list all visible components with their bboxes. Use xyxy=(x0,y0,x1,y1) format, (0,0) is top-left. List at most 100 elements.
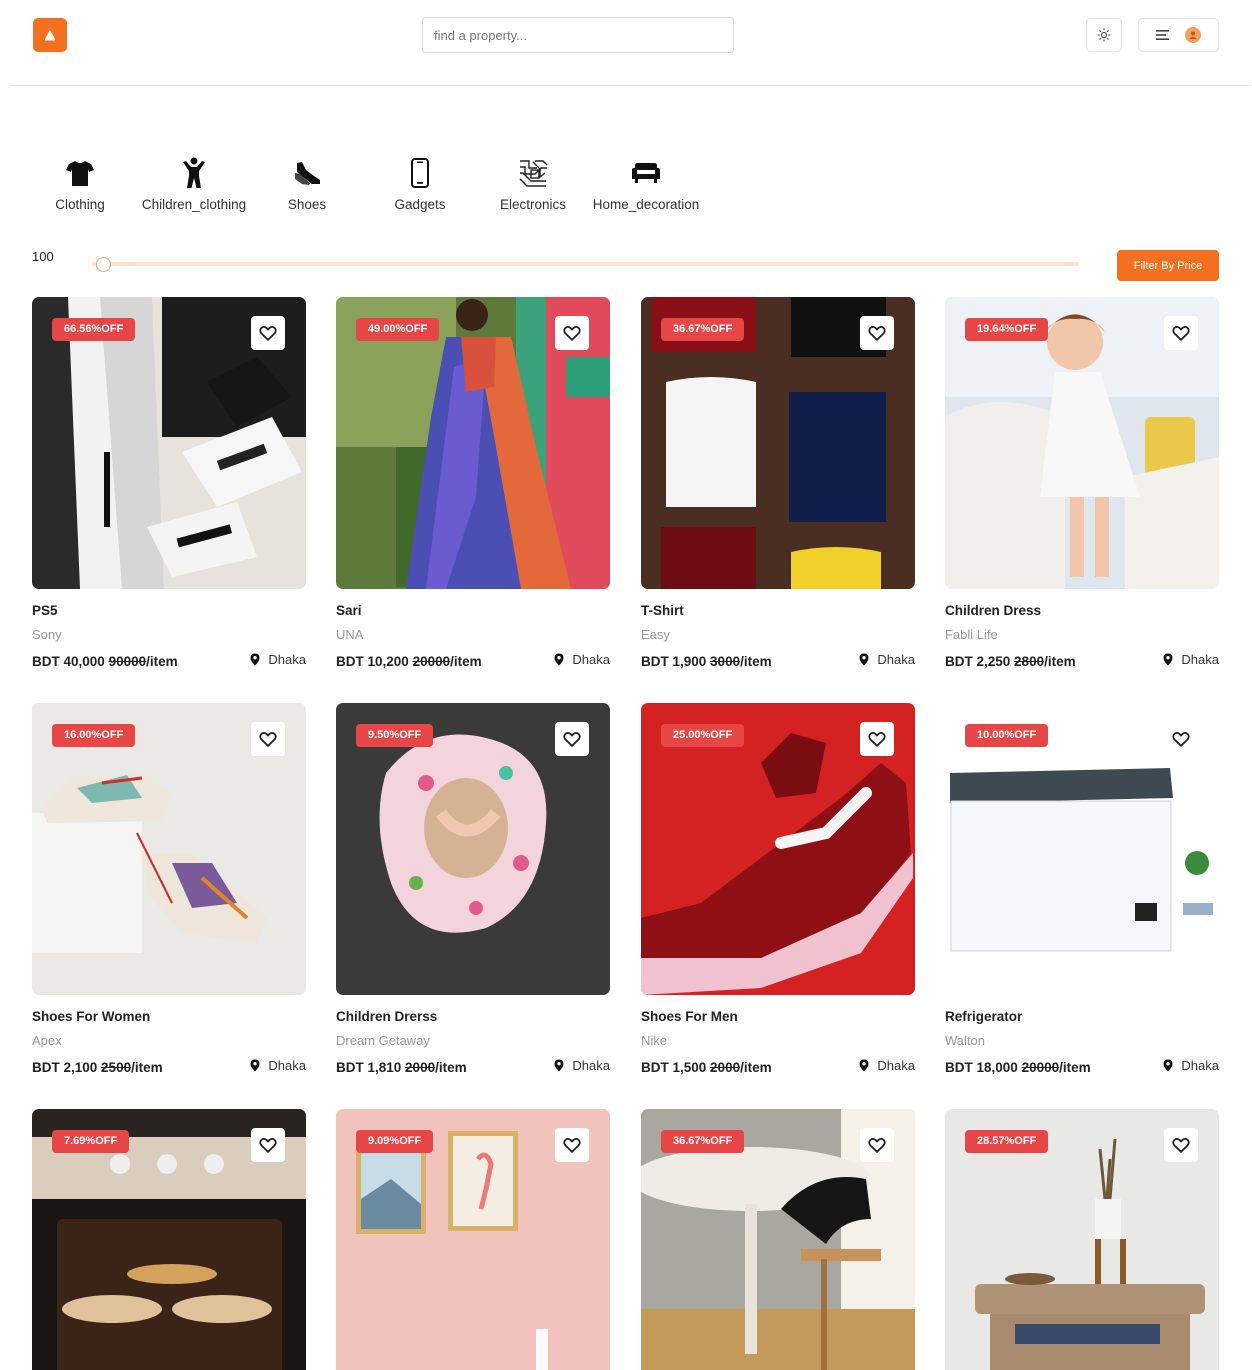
heart-icon xyxy=(1172,325,1190,342)
product-card-children-dress[interactable]: 19.64%OFF Children Dress Fabli Life BDT … xyxy=(945,297,1219,669)
shoe-icon xyxy=(295,162,320,185)
product-location: Dhaka xyxy=(1163,1058,1219,1073)
product-title: Shoes For Women xyxy=(32,1009,151,1024)
product-image[interactable]: 10.00%OFF xyxy=(945,703,1219,995)
price-slider-track[interactable] xyxy=(92,262,1079,266)
heart-icon xyxy=(1172,731,1190,748)
product-brand: UNA xyxy=(336,627,364,642)
top-navbar xyxy=(10,0,1251,86)
favorite-button[interactable] xyxy=(860,1128,894,1162)
location-pin-icon xyxy=(1163,1059,1173,1072)
product-image[interactable]: 9.09%OFF xyxy=(336,1109,610,1370)
avatar xyxy=(1185,27,1201,43)
product-image[interactable]: 7.69%OFF xyxy=(32,1109,306,1370)
menu-icon xyxy=(1156,30,1169,40)
heart-icon xyxy=(1172,1137,1190,1154)
discount-badge: 36.67%OFF xyxy=(661,318,745,341)
product-brand: Easy xyxy=(641,627,670,642)
favorite-button[interactable] xyxy=(860,316,894,350)
product-card-sari[interactable]: 49.00%OFF Sari UNA BDT 10,200 20000/item… xyxy=(336,297,610,669)
category-children-clothing[interactable]: Children_clothing xyxy=(134,156,254,218)
filter-by-price-button[interactable]: Filter By Price xyxy=(1117,250,1219,281)
favorite-button[interactable] xyxy=(251,722,285,756)
category-electronics[interactable]: Electronics xyxy=(473,156,593,218)
category-label: Children_clothing xyxy=(141,197,247,212)
location-pin-icon xyxy=(250,1059,260,1072)
sun-icon xyxy=(1097,28,1111,42)
product-brand: Sony xyxy=(32,627,62,642)
search-input[interactable] xyxy=(422,17,734,53)
favorite-button[interactable] xyxy=(1164,316,1198,350)
product-image[interactable]: 66.56%OFF xyxy=(32,297,306,589)
heart-icon xyxy=(868,731,886,748)
product-price: BDT 10,200 20000/item xyxy=(336,654,482,669)
old-price: 2800 xyxy=(1014,654,1045,669)
location-pin-icon xyxy=(1163,653,1173,666)
old-price: 20000 xyxy=(412,654,451,669)
product-card-ps5[interactable]: 66.56%OFF PS5 Sony BDT 40,000 90000/item… xyxy=(32,297,306,669)
category-shoes[interactable]: Shoes xyxy=(247,156,367,218)
product-card[interactable]: 28.57%OFF xyxy=(945,1109,1219,1370)
heart-icon xyxy=(259,1137,277,1154)
product-card-children-drerss[interactable]: 9.50%OFF Children Drerss Dream Getaway B… xyxy=(336,703,610,1075)
discount-badge: 10.00%OFF xyxy=(965,724,1049,747)
product-card-shoes-for-men[interactable]: 25.00%OFF Shoes For Men Nike BDT 1,500 2… xyxy=(641,703,915,1075)
product-card-tshirt[interactable]: 36.67%OFF T-Shirt Easy BDT 1,900 3000/it… xyxy=(641,297,915,669)
category-label: Shoes xyxy=(287,197,327,212)
product-title: Children Drerss xyxy=(336,1009,438,1024)
product-image[interactable]: 19.64%OFF xyxy=(945,297,1219,589)
product-image[interactable]: 49.00%OFF xyxy=(336,297,610,589)
product-location: Dhaka xyxy=(859,652,915,667)
product-price: BDT 40,000 90000/item xyxy=(32,654,178,669)
favorite-button[interactable] xyxy=(555,1128,589,1162)
heart-icon xyxy=(563,731,581,748)
old-price: 2000 xyxy=(710,1060,741,1075)
user-menu-button[interactable] xyxy=(1138,18,1219,52)
product-location: Dhaka xyxy=(554,1058,610,1073)
favorite-button[interactable] xyxy=(1164,1128,1198,1162)
theme-toggle-button[interactable] xyxy=(1086,18,1122,52)
sofa-icon xyxy=(632,163,660,183)
product-image[interactable]: 16.00%OFF xyxy=(32,703,306,995)
user-icon xyxy=(1189,31,1197,39)
old-price: 2500 xyxy=(101,1060,132,1075)
category-home-decoration[interactable]: Home_decoration xyxy=(586,156,706,218)
product-image[interactable]: 28.57%OFF xyxy=(945,1109,1219,1370)
favorite-button[interactable] xyxy=(251,316,285,350)
product-price: BDT 2,100 2500/item xyxy=(32,1060,163,1075)
category-label: Electronics xyxy=(499,197,567,212)
logo[interactable] xyxy=(33,18,67,52)
phone-icon xyxy=(411,158,429,188)
logo-icon xyxy=(45,30,55,41)
product-brand: Walton xyxy=(945,1033,985,1048)
favorite-button[interactable] xyxy=(251,1128,285,1162)
category-gadgets[interactable]: Gadgets xyxy=(360,156,480,218)
discount-badge: 19.64%OFF xyxy=(965,318,1049,341)
favorite-button[interactable] xyxy=(555,722,589,756)
product-card-refrigerator[interactable]: 10.00%OFF Refrigerator Walton BDT 18,000… xyxy=(945,703,1219,1075)
category-clothing[interactable]: Clothing xyxy=(20,156,140,218)
product-price: BDT 18,000 20000/item xyxy=(945,1060,1091,1075)
product-image[interactable]: 25.00%OFF xyxy=(641,703,915,995)
favorite-button[interactable] xyxy=(860,722,894,756)
product-image[interactable]: 9.50%OFF xyxy=(336,703,610,995)
product-card[interactable]: 7.69%OFF xyxy=(32,1109,306,1370)
price-slider-handle[interactable] xyxy=(96,257,111,272)
product-title: Refrigerator xyxy=(945,1009,1023,1024)
product-title: Shoes For Men xyxy=(641,1009,738,1024)
product-card-shoes-for-women[interactable]: 16.00%OFF Shoes For Women Apex BDT 2,100… xyxy=(32,703,306,1075)
product-card[interactable]: 9.09%OFF xyxy=(336,1109,610,1370)
product-brand: Fabli Life xyxy=(945,627,998,642)
product-brand: Apex xyxy=(32,1033,62,1048)
product-image[interactable]: 36.67%OFF xyxy=(641,1109,915,1370)
location-pin-icon xyxy=(859,653,869,666)
product-card[interactable]: 36.67%OFF xyxy=(641,1109,915,1370)
favorite-button[interactable] xyxy=(555,316,589,350)
heart-icon xyxy=(563,1137,581,1154)
discount-badge: 28.57%OFF xyxy=(965,1130,1049,1153)
product-image[interactable]: 36.67%OFF xyxy=(641,297,915,589)
favorite-button[interactable] xyxy=(1164,722,1198,756)
old-price: 90000 xyxy=(108,654,147,669)
product-location: Dhaka xyxy=(859,1058,915,1073)
product-price: BDT 2,250 2800/item xyxy=(945,654,1076,669)
